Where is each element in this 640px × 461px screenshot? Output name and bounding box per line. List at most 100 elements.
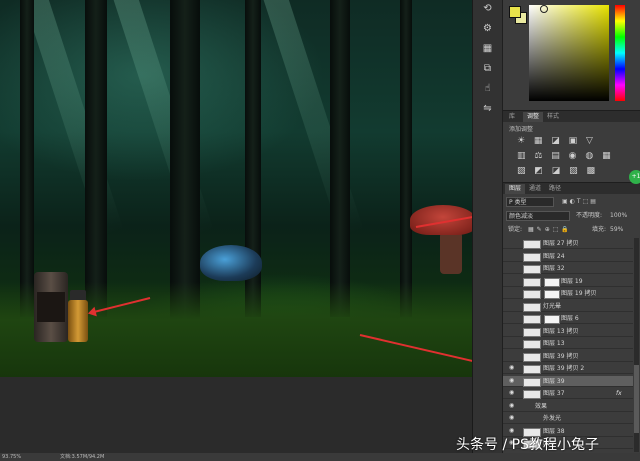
layer-name[interactable]: 图层 19 拷贝 [561,288,596,299]
visibility-eye-icon[interactable] [509,253,516,259]
layers-scrollbar[interactable] [634,238,639,452]
lock-icons[interactable]: ▦✎⊕⬚🔒 [528,225,572,235]
layer-thumbnail[interactable] [523,277,541,287]
layer-name[interactable]: 图层 13 拷贝 [543,326,578,337]
swatches-icon[interactable]: ▦ [481,42,494,55]
watermark: 头条号 / PS教程小兔子 [456,437,599,453]
zoom-level[interactable]: 93.75% [2,453,21,461]
blend-mode-select[interactable]: 颜色减淡 [506,211,570,221]
layer-row[interactable]: 图层 13 [503,338,633,349]
layer-thumbnail[interactable] [523,252,541,262]
tab-channels[interactable]: 通道 [525,184,545,194]
lock-row: 锁定: ▦✎⊕⬚🔒 填充: 59% [506,225,638,236]
layer-thumbnail[interactable] [523,340,541,349]
tab-styles[interactable]: 样式 [543,112,563,122]
layer-mask-thumbnail[interactable] [544,277,560,287]
adjustment-icons-row[interactable]: ☀ ▦ ◪ ▣ ▽ [517,136,596,146]
layer-row[interactable]: ◉ 图层 39 [503,375,633,387]
tab-paths[interactable]: 路径 [545,184,565,194]
layer-row[interactable]: ◉ 图层 37 fx [503,388,633,399]
visibility-eye-icon[interactable] [509,240,516,246]
layer-name[interactable]: 外发光 [543,413,561,424]
document-canvas[interactable] [0,0,472,453]
layer-mask-thumbnail[interactable] [544,315,560,324]
hand-icon[interactable]: ☝ [481,82,494,95]
layer-row[interactable]: 图层 19 拷贝 [503,288,633,299]
layer-row[interactable]: 图层 27 拷贝 [503,238,633,249]
visibility-eye-icon[interactable] [509,353,516,359]
layer-thumbnail[interactable] [523,302,541,312]
tab-libraries[interactable]: 库 [505,112,519,122]
layer-row[interactable]: 灯光晕 [503,301,633,312]
visibility-eye-icon[interactable] [509,340,516,346]
swap-icon[interactable]: ⇋ [481,102,494,115]
visibility-eye-icon[interactable] [509,265,516,271]
layer-thumbnail[interactable] [523,327,541,337]
layer-name[interactable]: 图层 39 拷贝 2 [543,363,584,374]
tab-adjustments[interactable]: 调整 [523,112,544,122]
layer-thumbnail[interactable] [523,365,541,374]
layer-name[interactable]: 图层 6 [561,313,579,324]
layer-name[interactable]: 图层 19 [561,276,583,287]
layer-name[interactable]: 图层 39 拷贝 [543,351,578,362]
properties-icon[interactable]: ⚙ [481,22,494,35]
visibility-eye-icon[interactable]: ◉ [509,415,516,421]
update-badge[interactable]: +1 [629,170,640,184]
layer-thumbnail[interactable] [523,290,541,299]
layer-row[interactable]: 图层 24 [503,251,633,262]
adjustment-icons-row[interactable]: ▨ ◩ ◪ ▧ ▩ [517,166,598,176]
opacity-value[interactable]: 100% [610,211,627,221]
visibility-eye-icon[interactable]: ◉ [509,402,516,409]
layer-row[interactable]: 图层 19 [503,276,633,287]
visibility-eye-icon[interactable] [509,290,516,296]
fill-value[interactable]: 59% [610,225,623,235]
layer-mask-thumbnail[interactable] [544,290,560,299]
layers-scrollbar-thumb[interactable] [634,365,639,433]
filter-icons[interactable]: ▣◐T⬚▤ [562,197,598,207]
layer-row[interactable]: 图层 39 拷贝 [503,351,633,362]
layer-effects-icon[interactable]: fx [616,388,622,399]
visibility-eye-icon[interactable]: ◉ [509,365,516,371]
layer-row[interactable]: 图层 13 拷贝 [503,326,633,337]
layer-name[interactable]: 灯光晕 [543,301,561,312]
history-icon[interactable]: ⟲ [481,2,494,15]
layers-tabbar: 图层 通道 路径 [503,182,640,194]
lock-label: 锁定: [508,226,523,233]
add-adjustment-title: 添加调整 [509,126,534,133]
layer-name[interactable]: 图层 27 拷贝 [543,238,578,249]
layer-thumbnail[interactable] [523,240,541,249]
layer-name[interactable]: 图层 13 [543,338,565,349]
layer-kind-filter[interactable]: P 类型 [506,197,554,207]
adjustment-icons-row[interactable]: ▥ ⚖ ▤ ◉ ◍ ▦ [517,151,614,161]
layer-row[interactable]: ◉ 外发光 [503,413,633,424]
layer-thumbnail[interactable] [523,315,541,324]
visibility-eye-icon[interactable]: ◉ [509,390,516,396]
color-picker-cursor[interactable] [540,5,548,13]
layer-name[interactable]: 图层 32 [543,263,565,274]
layer-row[interactable]: 图层 6 [503,313,633,324]
visibility-eye-icon[interactable]: ◉ [509,377,516,384]
layer-name[interactable]: 图层 37 [543,388,565,399]
layer-name[interactable]: 效果 [535,401,547,412]
layer-thumbnail[interactable] [523,390,541,399]
visibility-eye-icon[interactable] [509,328,516,334]
tree-trunk [400,0,412,317]
blend-row: 颜色减淡 不透明度: 100% [506,211,638,222]
clone-source-icon[interactable]: ⧉ [481,62,494,75]
layer-row[interactable]: 图层 32 [503,263,633,274]
visibility-eye-icon[interactable]: ◉ [509,427,516,434]
layer-thumbnail[interactable] [523,265,541,274]
visibility-eye-icon[interactable] [509,278,516,284]
layer-row[interactable]: ◉ 图层 39 拷贝 2 [503,363,633,374]
layer-name[interactable]: 图层 39 [543,376,565,387]
hue-slider[interactable] [615,5,625,101]
layer-name[interactable]: 图层 24 [543,251,565,262]
layer-thumbnail[interactable] [523,377,541,387]
visibility-eye-icon[interactable] [509,315,516,321]
layer-row[interactable]: ◉ 效果 [503,401,633,412]
foreground-color-swatch[interactable] [509,6,521,18]
color-picker-field[interactable] [529,5,609,101]
layer-thumbnail[interactable] [523,352,541,362]
visibility-eye-icon[interactable] [509,303,516,309]
tab-layers[interactable]: 图层 [505,184,526,194]
